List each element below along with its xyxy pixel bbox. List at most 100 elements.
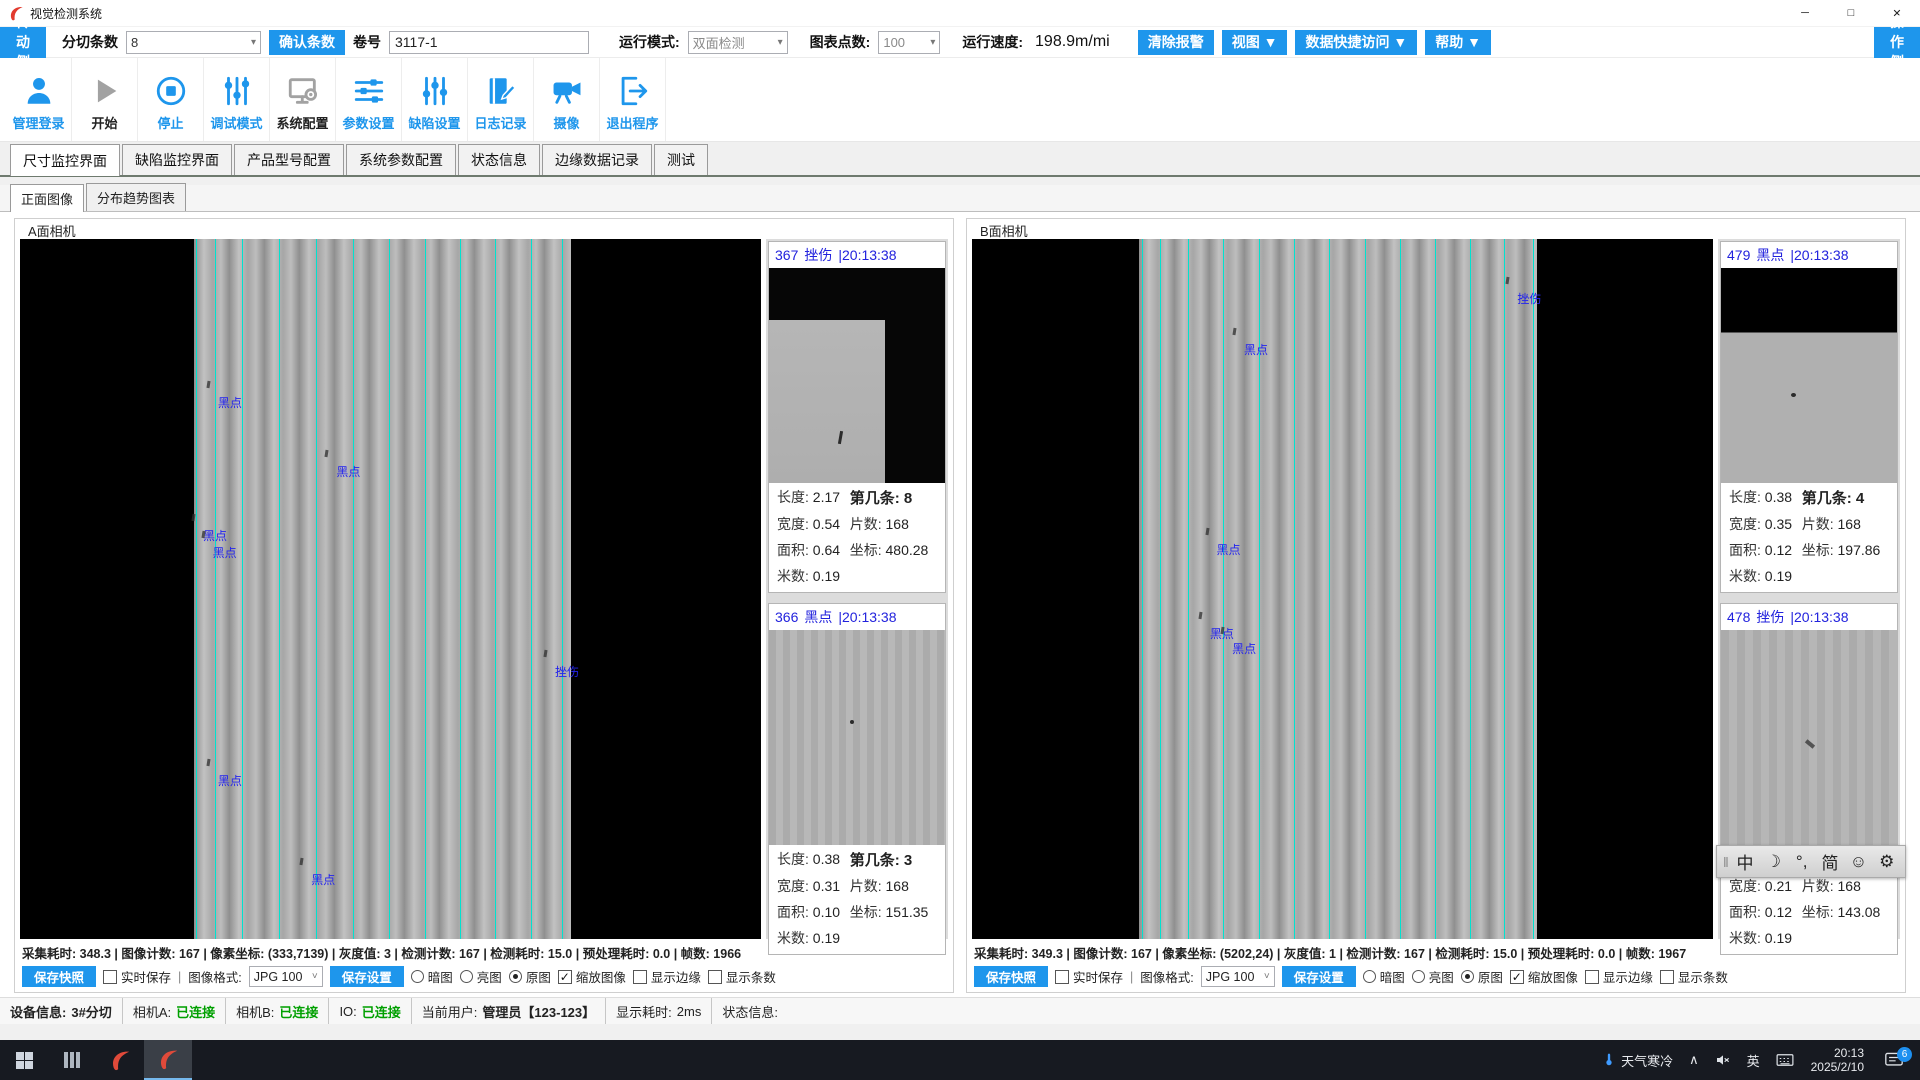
ime-fullwidth-icon[interactable]: ☽: [1761, 852, 1785, 872]
help-menu-button[interactable]: 帮助 ▼: [1425, 30, 1491, 55]
image-format-dropdown[interactable]: JPG 100˅: [1201, 966, 1275, 987]
taskbar-app-1[interactable]: [96, 1040, 144, 1080]
subtab-distribution-chart[interactable]: 分布趋势图表: [86, 183, 186, 211]
action-stop[interactable]: 停止: [138, 58, 204, 141]
taskbar-app-2-active[interactable]: [144, 1040, 192, 1080]
bright-image-radio[interactable]: 亮图: [460, 967, 502, 986]
transmission-side-button[interactable]: 传动侧: [0, 27, 46, 58]
show-edge-checkbox[interactable]: 显示边缘: [633, 967, 701, 986]
app-status-bar: 设备信息:3#分切 相机A:已连接 相机B:已连接 IO:已连接 当前用户:管理…: [0, 997, 1920, 1024]
run-mode-dropdown[interactable]: 双面检测▾: [688, 31, 788, 54]
tab-status-info[interactable]: 状态信息: [458, 144, 540, 175]
panel-a-title: A面相机: [25, 221, 79, 240]
zoom-image-checkbox[interactable]: 缩放图像: [1510, 967, 1578, 986]
taskbar-clock[interactable]: 20:13 2025/2/10: [1803, 1046, 1872, 1074]
action-exit-program[interactable]: 退出程序: [600, 58, 666, 141]
confirm-count-button[interactable]: 确认条数: [269, 30, 345, 55]
defect-thumbnail: [1721, 268, 1897, 483]
slit-boundary-line: [1223, 239, 1224, 939]
original-image-radio[interactable]: 原图: [509, 967, 551, 986]
debug-sliders-icon: [218, 72, 256, 110]
defect-card[interactable]: 367挫伤|20:13:38 长度: 2.17 第几条: 8 宽度: 0.54 …: [768, 241, 946, 593]
ime-simplified-toggle[interactable]: 简: [1818, 849, 1842, 874]
slit-boundary-line: [215, 239, 216, 939]
display-time-label: 显示耗时:: [616, 1002, 672, 1021]
tab-defect-monitoring[interactable]: 缺陷监控界面: [122, 144, 232, 175]
image-format-label: 图像格式:: [1140, 967, 1193, 986]
ime-emoji-icon[interactable]: ☺: [1846, 852, 1870, 872]
dark-image-radio[interactable]: 暗图: [411, 967, 453, 986]
action-system-config[interactable]: 系统配置: [270, 58, 336, 141]
action-start[interactable]: 开始: [72, 58, 138, 141]
defect-sliders-icon: [416, 72, 454, 110]
tab-product-model-config[interactable]: 产品型号配置: [234, 144, 344, 175]
tray-overflow-caret[interactable]: ∧: [1682, 1040, 1706, 1080]
show-edge-checkbox[interactable]: 显示边缘: [1585, 967, 1653, 986]
show-strips-checkbox[interactable]: 显示条数: [708, 967, 776, 986]
ime-language-indicator[interactable]: 英: [1740, 1040, 1767, 1080]
defect-card-header: 367挫伤|20:13:38: [769, 242, 945, 268]
sub-tab-strip: 正面图像 分布趋势图表: [0, 185, 1920, 212]
ime-language-bar: ‖ 中 ☽ °, 简 ☺ ⚙: [1716, 845, 1906, 878]
camera-b-label: 相机B:: [236, 1002, 274, 1021]
slit-boundary-line: [242, 239, 243, 939]
slit-count-dropdown[interactable]: 8▾: [126, 31, 261, 54]
action-debug-mode[interactable]: 调试模式: [204, 58, 270, 141]
tab-edge-data-record[interactable]: 边缘数据记录: [542, 144, 652, 175]
realtime-save-checkbox[interactable]: 实时保存: [1055, 967, 1123, 986]
camera-b-controls: 保存快照 实时保存 | 图像格式: JPG 100˅ 保存设置 暗图 亮图 原图…: [972, 964, 1900, 989]
ime-punctuation-toggle[interactable]: °,: [1790, 852, 1814, 872]
tab-system-param-config[interactable]: 系统参数配置: [346, 144, 456, 175]
action-record-video[interactable]: 摄像: [534, 58, 600, 141]
tab-test[interactable]: 测试: [654, 144, 708, 175]
defect-stats: 长度: 0.38 第几条: 3 宽度: 0.31 片数: 168 面积: 0.1…: [769, 845, 945, 954]
touch-keyboard-icon[interactable]: [1769, 1040, 1801, 1080]
action-admin-login[interactable]: 管理登录: [6, 58, 72, 141]
show-strips-checkbox[interactable]: 显示条数: [1660, 967, 1728, 986]
action-log-record[interactable]: 日志记录: [468, 58, 534, 141]
defect-card[interactable]: 479黑点|20:13:38 长度: 0.38 第几条: 4 宽度: 0.35 …: [1720, 241, 1898, 593]
chart-points-dropdown[interactable]: 100▾: [878, 31, 940, 54]
tab-size-monitoring[interactable]: 尺寸监控界面: [10, 144, 120, 176]
camera-b-status: 已连接: [279, 1002, 318, 1021]
defect-label: 黑点: [218, 394, 242, 411]
action-parameter-settings[interactable]: 参数设置: [336, 58, 402, 141]
defect-card[interactable]: 366黑点|20:13:38 长度: 0.38 第几条: 3 宽度: 0.31 …: [768, 603, 946, 955]
save-settings-button[interactable]: 保存设置: [1282, 966, 1356, 987]
camera-a-label: 相机A:: [133, 1002, 171, 1021]
minimize-button[interactable]: ─: [1782, 0, 1828, 26]
slit-boundary-line: [531, 239, 532, 939]
speed-label: 运行速度:: [962, 32, 1023, 52]
notification-center-button[interactable]: 6: [1874, 1040, 1914, 1080]
defect-card[interactable]: 478挫伤|20:13:38 长度: 0.57 第几条: 3 宽度: 0.21 …: [1720, 603, 1898, 955]
save-settings-button[interactable]: 保存设置: [330, 966, 404, 987]
defect-label: 黑点: [1217, 541, 1241, 558]
weather-widget[interactable]: 天气寒冷: [1595, 1040, 1680, 1080]
data-quick-access-menu-button[interactable]: 数据快捷访问 ▼: [1295, 30, 1417, 55]
view-menu-button[interactable]: 视图 ▼: [1222, 30, 1288, 55]
bright-image-radio[interactable]: 亮图: [1412, 967, 1454, 986]
maximize-button[interactable]: □: [1828, 0, 1874, 26]
zoom-image-checkbox[interactable]: 缩放图像: [558, 967, 626, 986]
subtab-front-image[interactable]: 正面图像: [10, 184, 84, 212]
clear-alarm-button[interactable]: 清除报警: [1138, 30, 1214, 55]
task-view-button[interactable]: [48, 1040, 96, 1080]
realtime-save-checkbox[interactable]: 实时保存: [103, 967, 171, 986]
volume-muted-icon[interactable]: [1708, 1040, 1738, 1080]
dark-image-radio[interactable]: 暗图: [1363, 967, 1405, 986]
ime-settings-gear-icon[interactable]: ⚙: [1875, 852, 1899, 872]
drag-handle-icon[interactable]: ‖: [1723, 854, 1729, 870]
action-defect-settings[interactable]: 缺陷设置: [402, 58, 468, 141]
image-format-dropdown[interactable]: JPG 100˅: [249, 966, 323, 987]
slit-boundary-line: [1365, 239, 1366, 939]
original-image-radio[interactable]: 原图: [1461, 967, 1503, 986]
defect-label: 黑点: [213, 544, 237, 561]
operation-side-button[interactable]: 操作侧: [1874, 27, 1920, 58]
roll-number-input[interactable]: [389, 31, 589, 54]
slit-count-label: 分切条数: [62, 32, 118, 52]
save-snapshot-button[interactable]: 保存快照: [974, 966, 1048, 987]
save-snapshot-button[interactable]: 保存快照: [22, 966, 96, 987]
defect-thumbnail: [769, 268, 945, 483]
start-button[interactable]: [0, 1040, 48, 1080]
ime-mode-toggle[interactable]: 中: [1733, 849, 1757, 874]
